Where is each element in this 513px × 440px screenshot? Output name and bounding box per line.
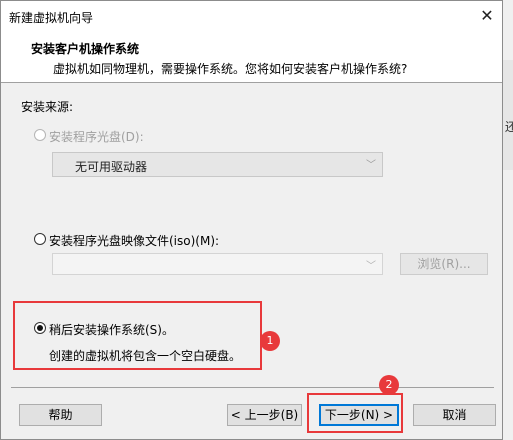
title-bar: 新建虚拟机向导 ✕ [1, 1, 502, 31]
radio-iso-image-label: 安装程序光盘映像文件(iso)(M): [49, 234, 220, 248]
back-button[interactable]: < 上一步(B) [227, 404, 302, 426]
chevron-down-icon: ﹀ [366, 261, 376, 272]
wizard-header: 安装客户机操作系统 虚拟机如同物理机，需要操作系统。您将如何安装客户机操作系统? [1, 31, 502, 83]
drive-select[interactable]: 无可用驱动器 ﹀ [52, 152, 383, 177]
radio-installer-disc[interactable] [34, 129, 46, 141]
window-title: 新建虚拟机向导 [9, 11, 94, 25]
footer-separator [11, 387, 494, 388]
radio-installer-disc-label: 安装程序光盘(D): [49, 130, 144, 144]
page-subtitle: 虚拟机如同物理机，需要操作系统。您将如何安装客户机操作系统? [53, 62, 408, 76]
close-button[interactable]: ✕ [474, 4, 500, 28]
step-badge-2: 2 [379, 375, 399, 395]
help-button[interactable]: 帮助 [19, 404, 102, 426]
chevron-down-icon: ﹀ [366, 160, 376, 171]
highlight-box-install-later [13, 301, 262, 370]
page-title: 安装客户机操作系统 [31, 42, 140, 56]
new-vm-wizard-dialog: 新建虚拟机向导 ✕ 安装客户机操作系统 虚拟机如同物理机，需要操作系统。您将如何… [0, 0, 503, 440]
drive-select-value: 无可用驱动器 [75, 160, 148, 174]
cancel-button[interactable]: 取消 [413, 404, 496, 426]
close-icon: ✕ [480, 6, 494, 25]
radio-iso-image[interactable] [34, 233, 46, 245]
background-partial-text: 还 [505, 120, 513, 134]
browse-button[interactable]: 浏览(R)... [400, 253, 488, 275]
step-badge-1: 1 [260, 331, 280, 351]
background-scrollbar [502, 60, 513, 170]
highlight-box-next [307, 393, 403, 433]
background-window-edge: 还 [502, 0, 513, 440]
install-source-label: 安装来源: [21, 100, 74, 114]
iso-path-input[interactable]: ﹀ [52, 253, 383, 275]
